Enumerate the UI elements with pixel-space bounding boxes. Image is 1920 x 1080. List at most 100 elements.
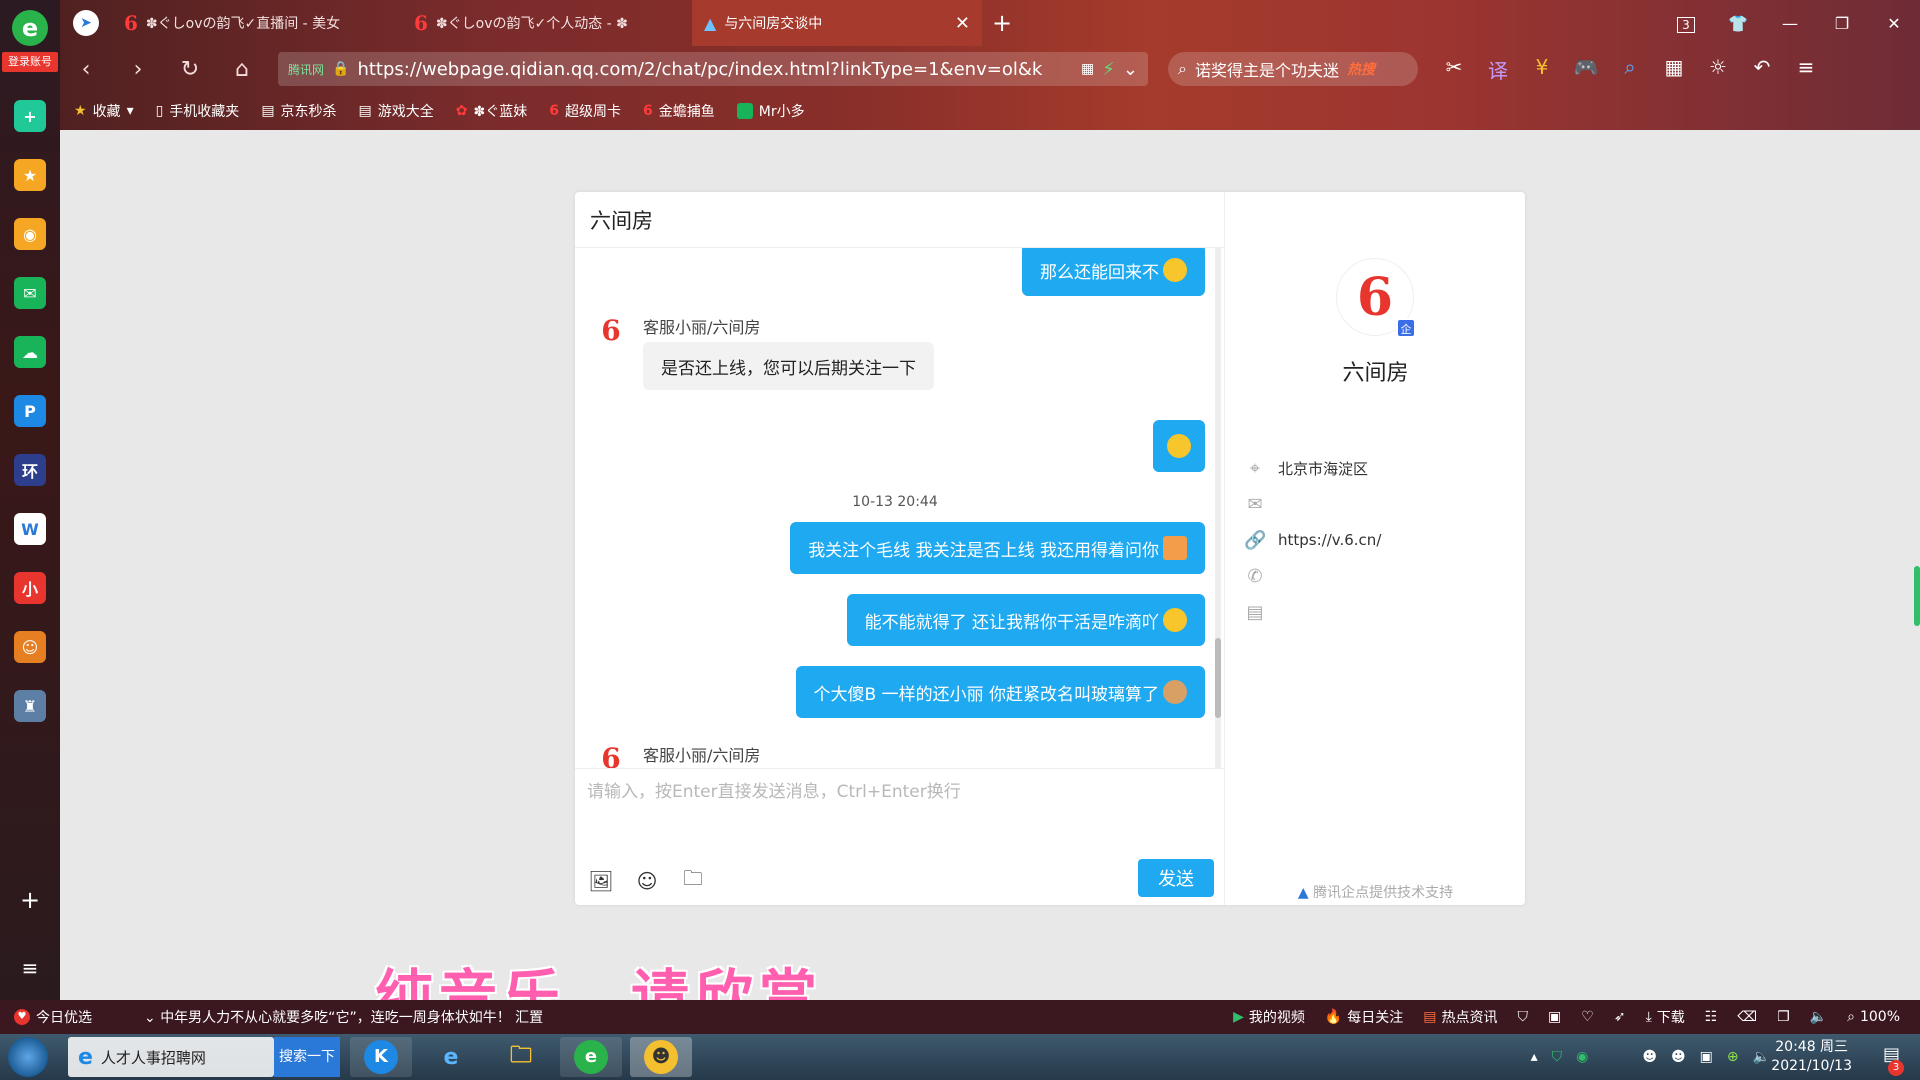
system-clock[interactable]: 20:48 周三 2021/10/13 — [1771, 1038, 1852, 1076]
network-button[interactable]: ☷ — [1705, 1009, 1718, 1025]
bookmark-weekcard[interactable]: 6 超级周卡 — [549, 101, 621, 121]
p-app-icon[interactable]: P — [14, 395, 46, 427]
search-box[interactable]: ⌕ 诺奖得主是个功夫迷 热搜 — [1168, 52, 1418, 86]
scrollbar-thumb[interactable] — [1215, 638, 1221, 718]
kugou-icon[interactable]: K — [350, 1037, 412, 1077]
refresh-icon[interactable]: ↻ — [164, 57, 216, 82]
scissors-icon[interactable]: ✂ — [1438, 55, 1470, 84]
chevron-down-icon[interactable]: ⌄ — [1123, 59, 1138, 80]
avatar-game-icon[interactable]: ☺ — [14, 631, 46, 663]
image-button[interactable]: ▣ — [1548, 1009, 1561, 1025]
bookmark-jd[interactable]: ▤ 京东秒杀 — [261, 101, 336, 121]
tray-plus-icon[interactable]: ⊕ — [1727, 1049, 1739, 1065]
health-button[interactable]: ♡ — [1581, 1009, 1594, 1025]
six-logo-icon: 6 — [124, 11, 138, 35]
qr-icon[interactable]: ▦ — [1081, 61, 1094, 77]
bookmark-games[interactable]: ▤ 游戏大全 — [359, 101, 434, 121]
tray-network-icon[interactable]: ▣ — [1700, 1049, 1713, 1065]
cloud-icon[interactable]: ☁ — [14, 336, 46, 368]
brightness-icon[interactable]: ☼ — [1702, 55, 1734, 84]
send-button[interactable]: 发送 — [1138, 859, 1214, 897]
message-list[interactable]: 那么还能回来不 6 客服小丽/六间房 是否还上线，您可以后期关注一下 10-13… — [575, 248, 1225, 768]
hot-news-button[interactable]: ▤ 热点资讯 — [1423, 1007, 1497, 1027]
game-icon[interactable]: 环 — [14, 454, 46, 486]
start-button[interactable] — [8, 1037, 48, 1077]
window-button[interactable]: ❐ — [1777, 1009, 1790, 1025]
bookmark-lanmei[interactable]: ✿ ✽ぐ蓝妹 — [456, 101, 527, 121]
zoom-level[interactable]: ⌕ 100% — [1847, 1009, 1900, 1025]
download-button[interactable]: ⤓ 下载 — [1646, 1007, 1685, 1027]
bookmark-mrxiaoduo[interactable]: Mr小多 — [736, 101, 805, 121]
skin-icon[interactable]: 👕 — [1712, 14, 1764, 33]
weibo-icon[interactable]: ◉ — [14, 218, 46, 250]
tab-chat[interactable]: ▲ 与六间房交谈中 ✕ — [692, 0, 982, 46]
tray-volume-icon[interactable]: 🔈 — [1753, 1049, 1770, 1065]
taskbar-ie-window[interactable]: e 人才人事招聘网 — [68, 1037, 274, 1077]
image-icon[interactable]: 🖼 — [587, 867, 615, 895]
tab-home[interactable]: ➤ — [60, 0, 112, 46]
tray-qq-icon[interactable]: ☻ — [1642, 1049, 1657, 1065]
undo-icon[interactable]: ↶ — [1746, 55, 1778, 84]
tab-live-room[interactable]: 6 ✽ぐしovの韵飞✓直播间 - 美女 — [112, 0, 402, 46]
cleanup-button[interactable]: ⌫ — [1737, 1009, 1757, 1025]
favorites-star-icon[interactable]: ★ — [14, 159, 46, 191]
volume-button[interactable]: 🔈 — [1810, 1009, 1827, 1025]
browser-logo[interactable]: e — [0, 10, 60, 46]
bookmark-favorites[interactable]: ★ 收藏 ▾ — [74, 101, 134, 121]
folder-icon[interactable]: 🗀 — [679, 866, 707, 895]
close-window-icon[interactable]: ✕ — [1868, 14, 1920, 33]
page-scrollbar[interactable] — [1914, 566, 1920, 626]
mail-icon[interactable]: ✉ — [14, 277, 46, 309]
rocket-button[interactable]: ➶ — [1614, 1009, 1626, 1025]
castle-game-icon[interactable]: ♜ — [14, 690, 46, 722]
coin-icon[interactable]: ¥ — [1526, 55, 1558, 84]
chevron-down-icon: ⌄ — [144, 1010, 161, 1026]
tray-shield-icon[interactable]: ⛉ — [1552, 1049, 1563, 1065]
grid-icon[interactable]: ▦ — [1658, 55, 1690, 84]
login-button[interactable]: 登录账号 — [2, 52, 58, 72]
tab-count-badge[interactable]: 3 — [1660, 14, 1712, 33]
back-icon[interactable]: ‹ — [60, 57, 112, 82]
menu-icon[interactable]: ≡ — [1790, 55, 1822, 84]
search-tool-icon[interactable]: ⌕ — [1614, 55, 1646, 84]
address-url[interactable]: https://webpage.qidian.qq.com/2/chat/pc/… — [357, 59, 1073, 80]
close-tab-icon[interactable]: ✕ — [955, 13, 970, 34]
address-bar[interactable]: 腾讯网 🔒 https://webpage.qidian.qq.com/2/ch… — [278, 52, 1148, 86]
bookmark-mobile[interactable]: ▯ 手机收藏夹 — [156, 101, 240, 121]
bookmark-fishing[interactable]: 6 金蟾捕鱼 — [643, 101, 715, 121]
sidebar-add-button[interactable]: + — [0, 886, 60, 914]
red-app-icon[interactable]: 小 — [14, 572, 46, 604]
tray-expand-icon[interactable]: ▴ — [1531, 1049, 1538, 1065]
tray-qq2-icon[interactable]: ☻ — [1671, 1049, 1686, 1065]
message-input[interactable] — [587, 777, 1207, 837]
info-website[interactable]: 🔗 https://v.6.cn/ — [1244, 522, 1381, 558]
lightning-icon[interactable]: ⚡ — [1102, 59, 1115, 80]
restore-icon[interactable]: ❐ — [1816, 14, 1868, 33]
home-icon[interactable]: ⌂ — [216, 57, 268, 82]
daily-follow-button[interactable]: 🔥 每日关注 — [1325, 1007, 1403, 1027]
avatar-app-icon[interactable]: ☻ — [630, 1037, 692, 1077]
new-tab-button[interactable]: + — [982, 0, 1022, 46]
tray-browser-icon[interactable]: ◉ — [1576, 1049, 1588, 1065]
forward-icon[interactable]: › — [112, 57, 164, 82]
message-scrollbar[interactable] — [1215, 248, 1221, 768]
translate-icon[interactable]: 译 — [1482, 55, 1514, 84]
today-picks[interactable]: ♥ 今日优选 — [14, 1007, 134, 1027]
my-video-button[interactable]: ▶ 我的视频 — [1233, 1007, 1305, 1027]
news-ticker[interactable]: ⌄ 中年男人力不从心就要多吃“它”，连吃一周身体状如牛！ 汇置 — [144, 1007, 604, 1027]
folder-app-icon[interactable]: 🗀 — [490, 1037, 552, 1077]
page-content: 六间房 那么还能回来不 6 客服小丽/六间房 是否还上线，您可以后期关注一下 1… — [60, 130, 1920, 1000]
browser-app-icon[interactable]: e — [560, 1037, 622, 1077]
shield-button[interactable]: ⛉ — [1518, 1009, 1529, 1025]
info-location: ⌖ 北京市海淀区 — [1244, 450, 1381, 486]
emoji-icon[interactable]: ☺ — [633, 867, 661, 895]
taskbar-search-button[interactable]: 搜索一下 — [274, 1037, 340, 1077]
document-icon[interactable]: W — [14, 513, 46, 545]
sidebar-menu-button[interactable]: ≡ — [0, 956, 60, 980]
plus-app-icon[interactable]: + — [14, 100, 46, 132]
gamepad-icon[interactable]: 🎮 — [1570, 55, 1602, 84]
phone-icon: ▯ — [155, 103, 164, 119]
ie-app-icon[interactable]: e — [420, 1037, 482, 1077]
minimize-icon[interactable]: — — [1764, 14, 1816, 33]
tab-profile[interactable]: 6 ✽ぐしovの韵飞✓个人动态 - ✽ — [402, 0, 692, 46]
